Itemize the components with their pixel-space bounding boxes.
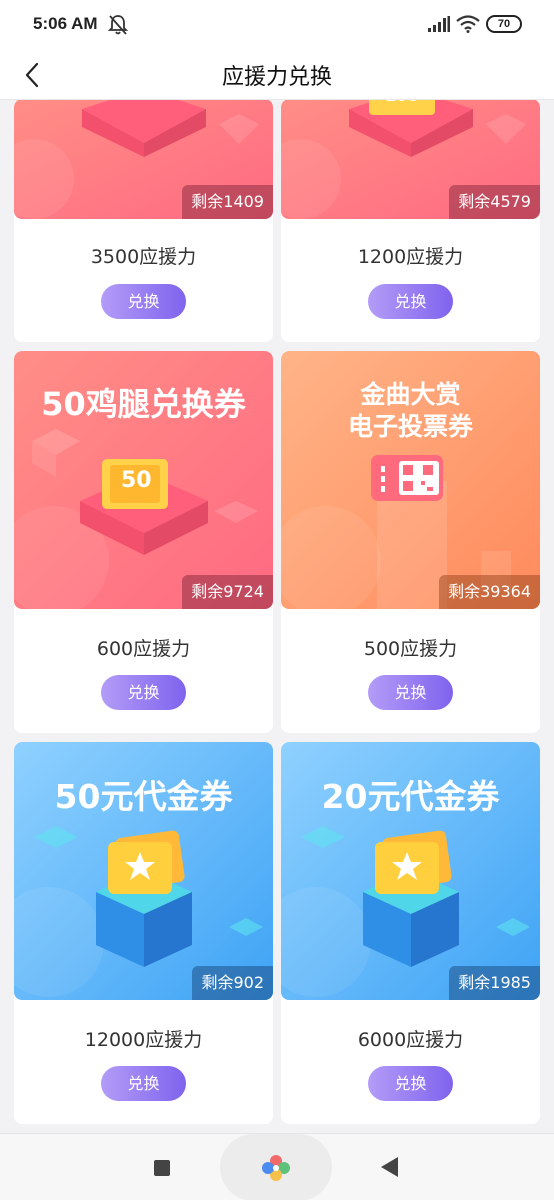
exchange-button[interactable]: 兑换 <box>101 675 186 710</box>
price-label: 3500应援力 <box>90 246 197 268</box>
reward-image: 100 剩余4579 <box>281 100 540 219</box>
reward-card: 100 剩余4579 1200应援力 兑换 <box>281 100 540 342</box>
card-title-line2: 电子投票券 <box>347 412 473 441</box>
price-label: 6000应援力 <box>357 1029 464 1051</box>
card-title: 20元代金券 <box>321 777 500 816</box>
price-label: 500应援力 <box>363 638 458 660</box>
remaining-badge: 剩余4579 <box>449 185 540 219</box>
remaining-badge: 剩余39364 <box>439 575 540 609</box>
exchange-button[interactable]: 兑换 <box>368 284 453 319</box>
exchange-button[interactable]: 兑换 <box>101 1066 186 1101</box>
reward-image: 剩余1409 <box>14 100 273 219</box>
remaining-badge: 剩余902 <box>192 966 273 1000</box>
remaining-badge: 剩余1409 <box>182 185 273 219</box>
card-title: 50元代金券 <box>54 777 233 816</box>
exchange-button[interactable]: 兑换 <box>368 675 453 710</box>
price-label: 12000应援力 <box>84 1029 203 1051</box>
ticket-value: 50 <box>121 468 152 493</box>
back-icon[interactable] <box>381 1157 398 1177</box>
reward-card: 20元代金券 剩余1985 6000应援力 兑换 <box>281 742 540 1124</box>
status-time: 5:06 AM <box>33 14 98 33</box>
reward-card: 50鸡腿兑换券 50 剩余9724 600应援力 兑换 <box>14 351 273 733</box>
wifi-icon <box>456 15 480 33</box>
header: 应援力兑换 <box>0 50 554 100</box>
reward-card: 金曲大赏 电子投票券 剩余39364 500应援力 兑换 <box>281 351 540 733</box>
bell-muted-icon <box>108 15 128 35</box>
reward-list: 剩余1409 3500应援力 兑换 100 剩余4579 1200应援力 兑换 <box>0 100 554 1133</box>
card-title-line1: 金曲大赏 <box>360 380 461 409</box>
remaining-badge: 剩余1985 <box>449 966 540 1000</box>
card-title: 50鸡腿兑换券 <box>41 385 246 423</box>
recent-apps-icon[interactable] <box>154 1160 170 1176</box>
reward-image: 金曲大赏 电子投票券 剩余39364 <box>281 351 540 609</box>
exchange-button[interactable]: 兑换 <box>101 284 186 319</box>
assistant-icon <box>262 1155 290 1181</box>
ticket-value: 100 <box>385 100 418 105</box>
page-title: 应援力兑换 <box>221 65 332 90</box>
reward-image: 50鸡腿兑换券 50 剩余9724 <box>14 351 273 609</box>
battery-indicator: 70 <box>486 15 522 33</box>
status-bar: 5:06 AM 70 <box>0 0 554 50</box>
signal-icon <box>428 16 450 32</box>
reward-card: 50元代金券 剩余902 12000应援力 兑换 <box>14 742 273 1124</box>
exchange-button[interactable]: 兑换 <box>368 1066 453 1101</box>
remaining-badge: 剩余9724 <box>182 575 273 609</box>
system-navigation-bar <box>0 1133 554 1200</box>
reward-image: 20元代金券 剩余1985 <box>281 742 540 1000</box>
home-button[interactable] <box>220 1134 332 1200</box>
price-label: 600应援力 <box>96 638 191 660</box>
reward-image: 50元代金券 剩余902 <box>14 742 273 1000</box>
reward-card: 剩余1409 3500应援力 兑换 <box>14 100 273 342</box>
price-label: 1200应援力 <box>357 246 464 268</box>
